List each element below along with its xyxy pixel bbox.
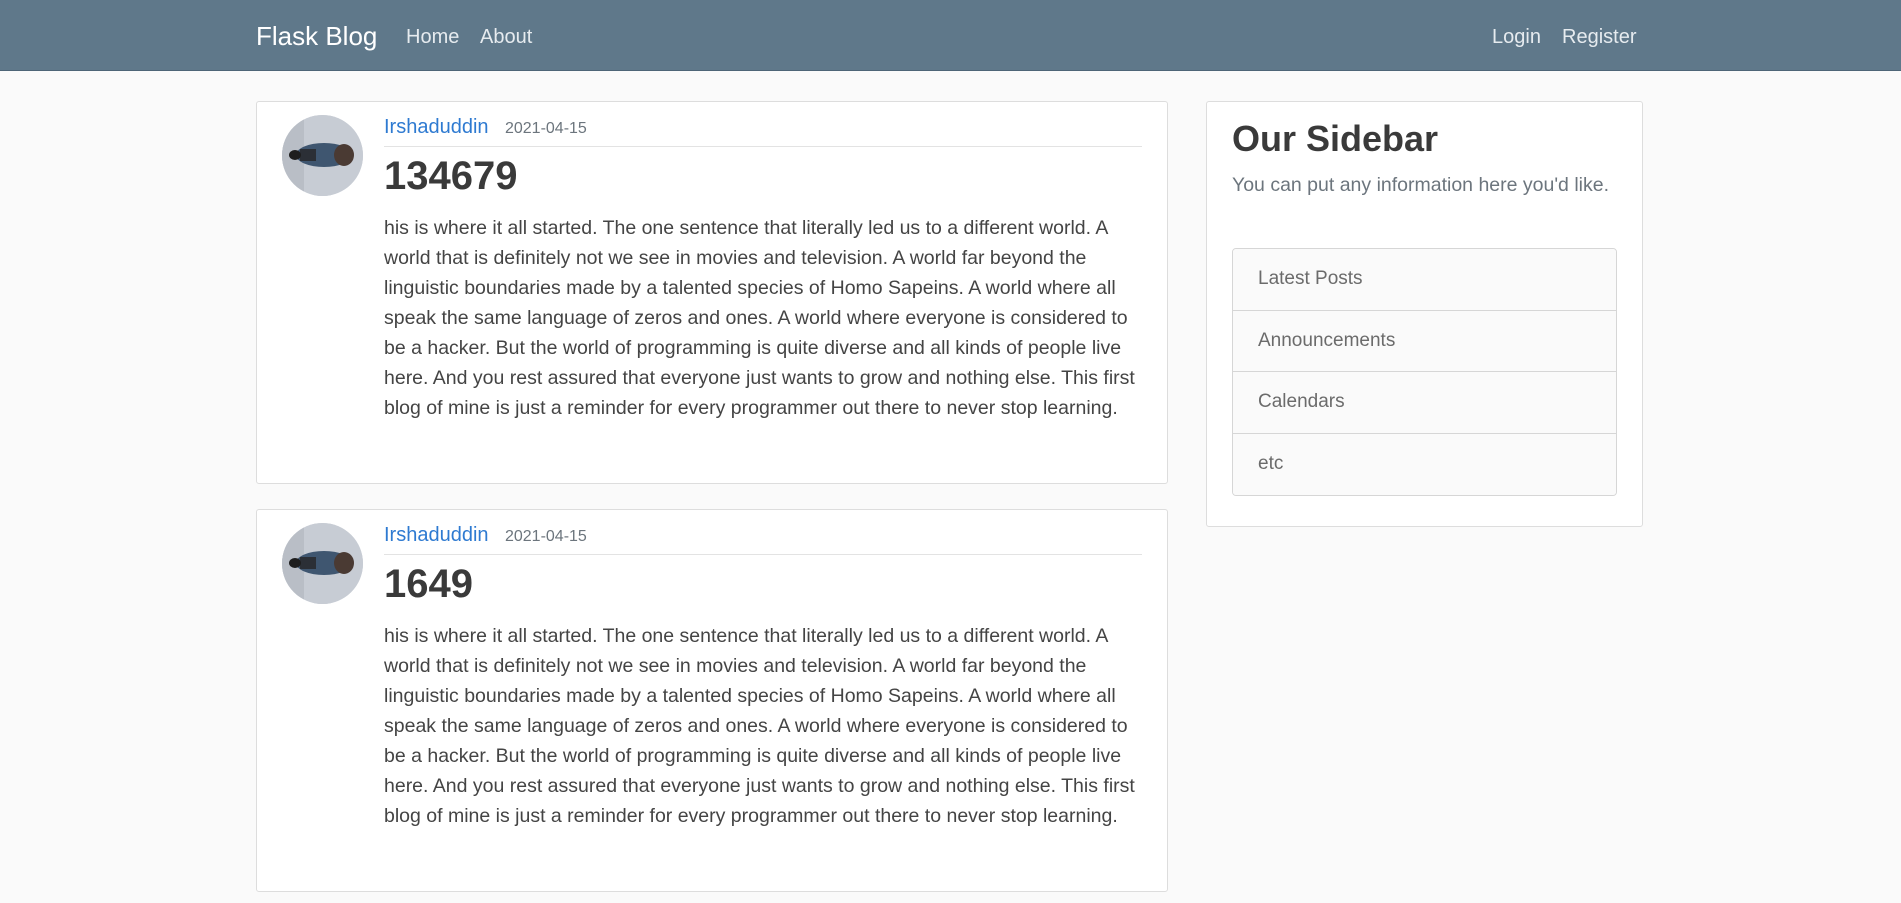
post-content: his is where it all started. The one sen…: [384, 217, 1135, 419]
sidebar-item-calendars[interactable]: Calendars: [1233, 372, 1616, 434]
nav-register-link[interactable]: Register: [1562, 26, 1636, 49]
sidebar-item-announcements[interactable]: Announcements: [1233, 310, 1616, 372]
author-avatar: [282, 523, 363, 604]
author-avatar: [282, 115, 363, 196]
post-title-link[interactable]: 134679: [384, 154, 517, 198]
sidebar-list: Latest Posts Announcements Calendars etc: [1232, 248, 1617, 496]
nav-about-link[interactable]: About: [480, 26, 532, 49]
sidebar: Our Sidebar You can put any information …: [1206, 101, 1643, 527]
sidebar-description: You can put any information here you'd l…: [1232, 174, 1609, 196]
post-card: Irshaduddin 2021-04-15 1649 his is where…: [256, 509, 1168, 892]
post-content: his is where it all started. The one sen…: [384, 625, 1135, 827]
avatar-image-icon: [282, 115, 363, 196]
navbar: Flask Blog Home About Login Register: [0, 0, 1901, 71]
avatar-image-icon: [282, 523, 363, 604]
post-date: 2021-04-15: [504, 528, 587, 545]
sidebar-title: Our Sidebar: [1232, 118, 1439, 159]
post-meta: Irshaduddin 2021-04-15: [384, 524, 1142, 555]
post-card: Irshaduddin 2021-04-15 134679 his is whe…: [256, 101, 1168, 484]
post-meta: Irshaduddin 2021-04-15: [384, 116, 1142, 147]
nav-login-link[interactable]: Login: [1492, 26, 1541, 49]
author-link[interactable]: Irshaduddin: [384, 524, 489, 546]
sidebar-item-latest-posts[interactable]: Latest Posts: [1233, 249, 1616, 311]
author-link[interactable]: Irshaduddin: [384, 116, 489, 138]
post-title-link[interactable]: 1649: [384, 562, 473, 606]
sidebar-item-etc[interactable]: etc: [1233, 433, 1616, 495]
brand-link[interactable]: Flask Blog: [256, 21, 377, 52]
nav-home-link[interactable]: Home: [406, 26, 459, 49]
post-date: 2021-04-15: [504, 120, 587, 137]
